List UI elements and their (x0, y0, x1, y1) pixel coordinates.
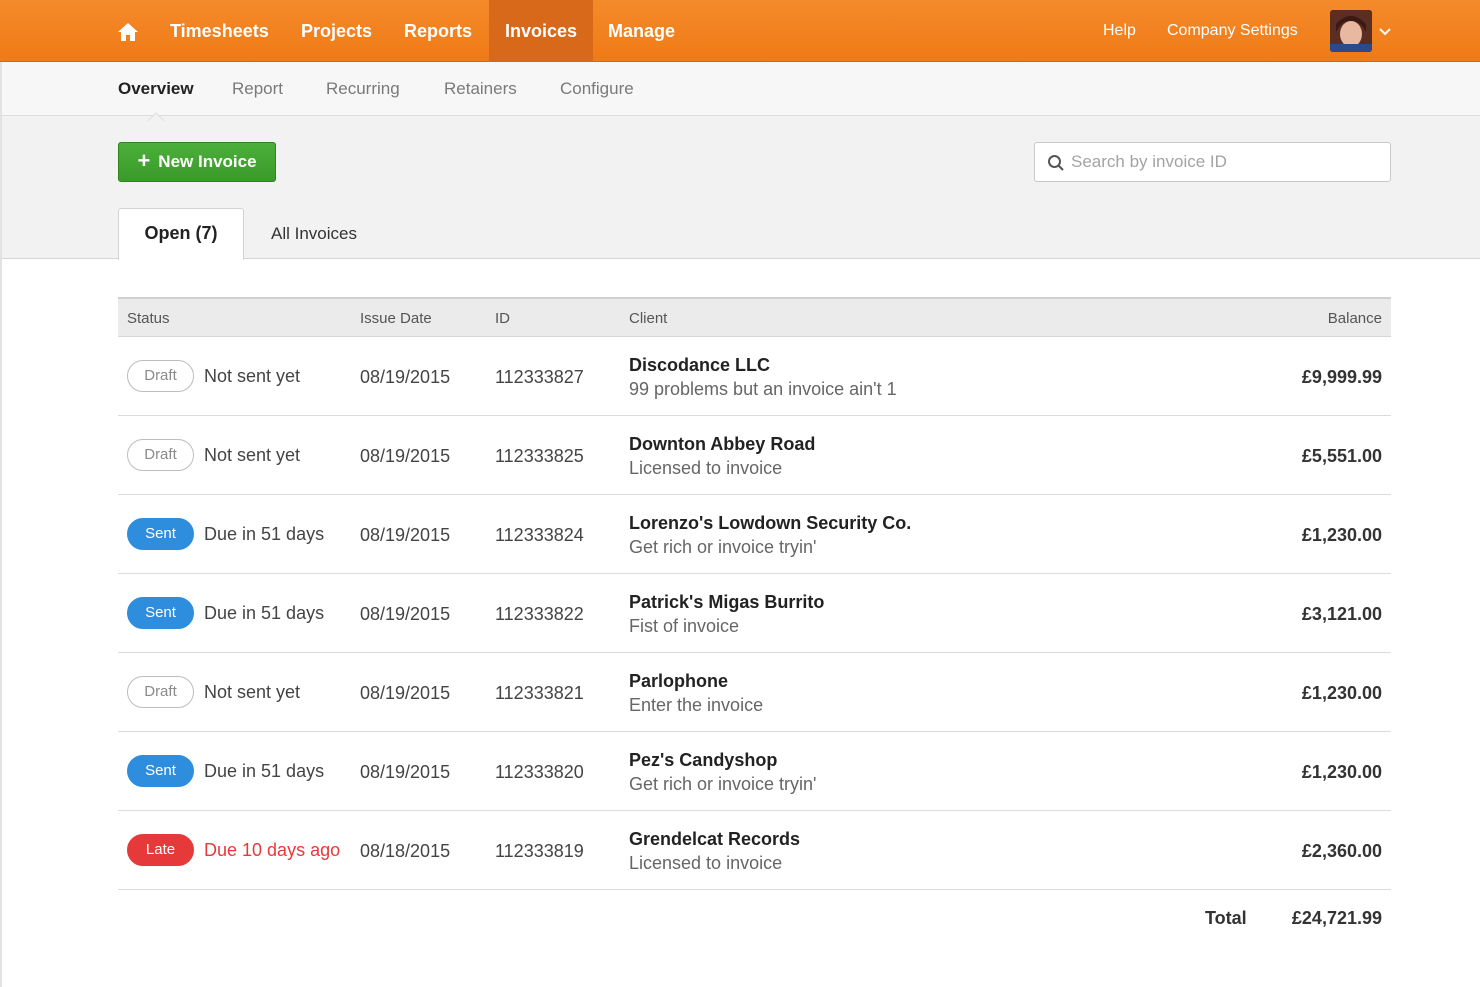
plus-icon: + (137, 148, 151, 173)
invoice-id[interactable]: 112333821 (495, 683, 584, 704)
status-badge: Draft (127, 439, 194, 471)
header-client[interactable]: Client (629, 310, 667, 327)
subnav-configure[interactable]: Configure (560, 79, 634, 99)
due-text: Due 10 days ago (204, 840, 341, 860)
due-text: Not sent yet (204, 445, 301, 465)
status-badge: Draft (127, 360, 194, 392)
client-name[interactable]: Lorenzo's Lowdown Security Co. (629, 513, 911, 534)
issue-date: 08/18/2015 (360, 841, 451, 861)
nav-projects[interactable]: Projects (285, 0, 388, 62)
status-badge: Sent (127, 518, 194, 550)
invoice-subject: Licensed to invoice (629, 458, 783, 478)
due-text: Due in 51 days (204, 761, 325, 781)
invoice-subject: Fist of invoice (629, 616, 740, 636)
status-badge: Draft (127, 676, 194, 708)
subnav-retainers[interactable]: Retainers (444, 79, 517, 99)
header-balance[interactable]: Balance (1328, 310, 1382, 327)
issue-date: 08/19/2015 (360, 604, 451, 624)
balance: £1,230.00 (1301, 762, 1382, 782)
nav-reports[interactable]: Reports (388, 0, 488, 62)
search-icon (1047, 154, 1065, 172)
due-text: Due in 51 days (204, 524, 325, 544)
nav-timesheets[interactable]: Timesheets (154, 0, 285, 62)
active-caret-icon (147, 108, 165, 122)
client-name[interactable]: Pez's Candyshop (629, 750, 777, 771)
invoice-subject: Get rich or invoice tryin' (629, 537, 817, 557)
total-label: Total (1205, 908, 1247, 928)
sub-header: Overview Report Recurring Retainers Conf… (2, 62, 1480, 260)
issue-date: 08/19/2015 (360, 446, 451, 466)
sub-nav: Overview Report Recurring Retainers Conf… (2, 62, 1480, 122)
invoice-subject: Licensed to invoice (629, 853, 783, 873)
table-row[interactable]: Draft Not sent yet 08/19/2015 112333821 … (118, 653, 1391, 732)
balance: £9,999.99 (1301, 367, 1382, 387)
invoice-id[interactable]: 112333827 (495, 367, 584, 388)
issue-date: 08/19/2015 (360, 683, 451, 703)
table-row[interactable]: Sent Due in 51 days 08/19/2015 112333822… (118, 574, 1391, 653)
search-input[interactable] (1071, 143, 1381, 181)
table-header: Status Issue Date ID Client Balance (118, 297, 1391, 337)
table-row[interactable]: Draft Not sent yet 08/19/2015 112333827 … (118, 337, 1391, 416)
new-invoice-label: New Invoice (158, 152, 257, 171)
due-text: Not sent yet (204, 682, 301, 702)
invoice-subject: Get rich or invoice tryin' (629, 774, 817, 794)
status-badge: Late (127, 834, 194, 866)
issue-date: 08/19/2015 (360, 762, 451, 782)
due-text: Due in 51 days (204, 603, 325, 623)
client-name[interactable]: Patrick's Migas Burrito (629, 592, 824, 613)
table-row[interactable]: Late Due 10 days ago 08/18/2015 11233381… (118, 811, 1391, 890)
client-name[interactable]: Discodance LLC (629, 355, 770, 376)
total-row: Total £24,721.99 (118, 890, 1391, 946)
subnav-recurring[interactable]: Recurring (326, 79, 400, 99)
invoice-id[interactable]: 112333822 (495, 604, 584, 625)
tab-all-invoices[interactable]: All Invoices (271, 208, 357, 260)
balance: £5,551.00 (1301, 446, 1382, 466)
help-link[interactable]: Help (1103, 0, 1136, 62)
due-text: Not sent yet (204, 366, 301, 386)
chevron-down-icon[interactable] (1378, 24, 1392, 38)
balance: £1,230.00 (1301, 525, 1382, 545)
tab-open[interactable]: Open (7) (118, 208, 244, 260)
issue-date: 08/19/2015 (360, 367, 451, 387)
status-badge: Sent (127, 597, 194, 629)
company-settings-link[interactable]: Company Settings (1167, 0, 1298, 62)
invoice-subject: 99 problems but an invoice ain't 1 (629, 379, 897, 399)
client-name[interactable]: Grendelcat Records (629, 829, 800, 850)
search-box (1034, 142, 1391, 182)
issue-date: 08/19/2015 (360, 525, 451, 545)
table-row[interactable]: Draft Not sent yet 08/19/2015 112333825 … (118, 416, 1391, 495)
invoices-table: Status Issue Date ID Client Balance Draf… (118, 297, 1391, 946)
header-id[interactable]: ID (495, 310, 510, 327)
status-badge: Sent (127, 755, 194, 787)
invoice-id[interactable]: 112333824 (495, 525, 584, 546)
avatar[interactable] (1330, 10, 1372, 52)
new-invoice-button[interactable]: + New Invoice (118, 142, 276, 182)
table-row[interactable]: Sent Due in 51 days 08/19/2015 112333820… (118, 732, 1391, 811)
table-row[interactable]: Sent Due in 51 days 08/19/2015 112333824… (118, 495, 1391, 574)
balance: £1,230.00 (1301, 683, 1382, 703)
client-name[interactable]: Downton Abbey Road (629, 434, 815, 455)
header-status[interactable]: Status (127, 310, 170, 327)
invoice-id[interactable]: 112333825 (495, 446, 584, 467)
invoice-id[interactable]: 112333820 (495, 762, 584, 783)
nav-invoices[interactable]: Invoices (489, 0, 593, 62)
top-nav: Timesheets Projects Reports Invoices Man… (0, 0, 1480, 62)
invoice-id[interactable]: 112333819 (495, 841, 584, 862)
subnav-report[interactable]: Report (232, 79, 283, 99)
balance: £2,360.00 (1301, 841, 1382, 861)
header-issue-date[interactable]: Issue Date (360, 310, 432, 327)
invoice-subject: Enter the invoice (629, 695, 764, 715)
total-value: £24,721.99 (1291, 908, 1382, 928)
balance: £3,121.00 (1301, 604, 1382, 624)
nav-manage[interactable]: Manage (592, 0, 691, 62)
client-name[interactable]: Parlophone (629, 671, 728, 692)
subnav-overview[interactable]: Overview (118, 79, 194, 99)
home-icon[interactable] (117, 22, 139, 42)
